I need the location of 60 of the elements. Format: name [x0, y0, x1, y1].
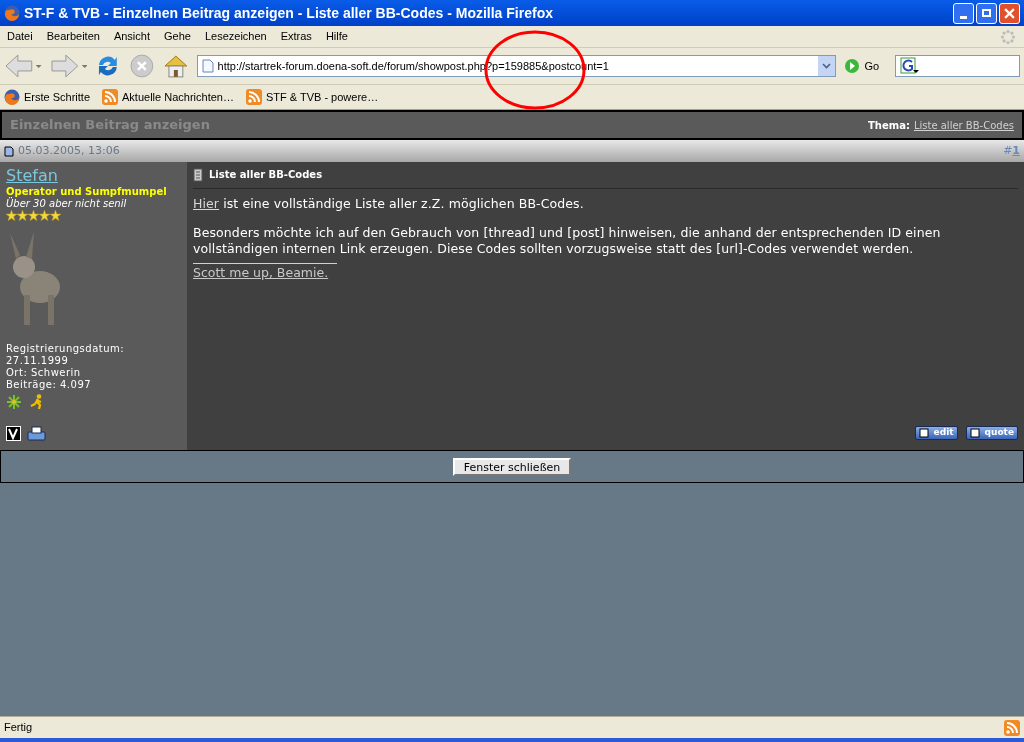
note-icon: [918, 428, 930, 438]
menu-item[interactable]: Lesezeichen: [197, 28, 274, 45]
restore-button[interactable]: [976, 2, 997, 24]
close-button[interactable]: [999, 2, 1020, 24]
play-icon: [844, 58, 861, 74]
printer-icon[interactable]: [27, 426, 46, 441]
running-figure-icon: [30, 394, 44, 410]
minimize-button[interactable]: [953, 2, 974, 24]
menu-item[interactable]: Hilfe: [318, 28, 355, 45]
home-icon[interactable]: [162, 53, 189, 79]
throbber-icon: [1000, 28, 1016, 45]
star-icon: [17, 210, 28, 221]
menu-item[interactable]: Bearbeiten: [39, 28, 107, 45]
post-title: Liste aller BB-Codes: [209, 168, 323, 182]
post-paragraph: Hier ist eine vollständige Liste aller z.Z. möglichen BB-Codes.: [193, 196, 585, 212]
thread-link[interactable]: Liste aller BB-Codes: [913, 117, 1014, 133]
v-badge-icon[interactable]: [6, 426, 21, 441]
search-engine-icon: [900, 57, 921, 75]
firefox-globe-icon: [4, 5, 20, 21]
firefox-globe-icon: [4, 89, 20, 105]
author-detail: 27.11.1999: [6, 355, 70, 367]
dropdown-button[interactable]: [818, 56, 836, 76]
close-window-button[interactable]: Fenster schließen: [452, 457, 572, 476]
post-paragraph: Besonders möchte ich auf den Gebrauch von [thread] und [post] hinweisen, die anhand der entsprechenden ID einen vollständigen internen Link erzeugen. Diese Codes sollten vorzugsweise statt des [url]-Codes verwendet werden.: [193, 225, 942, 257]
menu-item[interactable]: Extras: [273, 28, 319, 45]
menu-item[interactable]: Datei: [0, 28, 40, 45]
post-number-prefix: #: [1003, 143, 1013, 157]
search-field[interactable]: [895, 55, 1020, 77]
status-text: Fertig: [4, 720, 33, 736]
menu-item[interactable]: Gehe: [157, 28, 198, 45]
bookmark-item[interactable]: Aktuelle Nachrichten…: [102, 88, 234, 106]
window-title: ST-F & TVB - Einzelnen Beitrag anzeigen - Liste aller BB-Codes - Mozilla Firefox: [24, 3, 553, 23]
thread-label: Thema:: [868, 118, 910, 133]
go-button[interactable]: Go: [844, 57, 880, 75]
star-icon: [50, 210, 61, 221]
author-detail: Registrierungsdatum:: [6, 343, 126, 355]
rss-feed-icon: [102, 89, 119, 105]
post-icon: [4, 145, 14, 157]
rss-feed-icon: [1004, 719, 1020, 736]
star-icon: [39, 210, 50, 221]
star-icon: [6, 210, 17, 221]
author-rank: Operator und Sumpfmumpel: [6, 185, 168, 198]
author-detail: Beiträge: 4.097: [6, 379, 93, 391]
user-title: Über 30 aber nicht senil: [6, 198, 127, 210]
post-date: 05.03.2005, 13:06: [18, 142, 120, 159]
bookmark-item[interactable]: Erste Schritte: [4, 88, 91, 106]
menu-item[interactable]: Ansicht: [106, 28, 157, 45]
document-icon: [193, 167, 203, 182]
chevron-down-icon: [822, 63, 832, 69]
rss-feed-icon: [245, 89, 262, 105]
signature-link[interactable]: Scott me up, Beamie.: [193, 264, 329, 283]
page-icon: [201, 59, 214, 73]
status-flower-icon: [6, 394, 22, 410]
close-icon: [1004, 7, 1015, 19]
author-detail: Ort: Schwerin: [6, 367, 82, 379]
note-icon: [969, 428, 981, 438]
bookmark-item[interactable]: STF & TVB - powere…: [245, 88, 379, 106]
post-link[interactable]: Hier: [193, 196, 220, 211]
author-name-link[interactable]: Stefan: [6, 167, 58, 185]
star-icon: [28, 210, 39, 221]
